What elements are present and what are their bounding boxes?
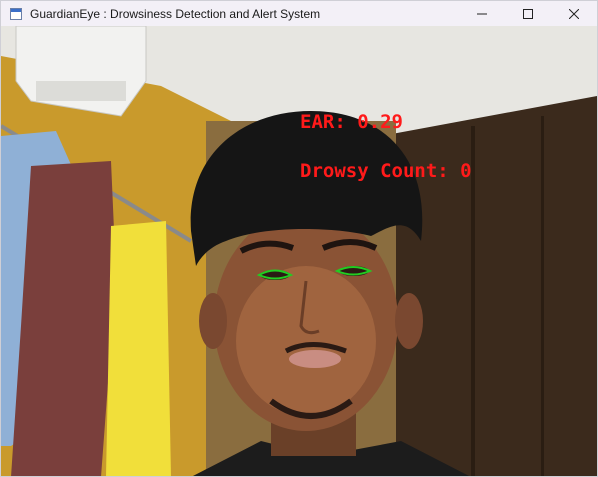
right-eye-contour (334, 266, 373, 276)
maximize-button[interactable] (505, 1, 551, 26)
drowsy-count-value: 0 (460, 160, 472, 182)
title-bar[interactable]: GuardianEye : Drowsiness Detection and A… (1, 1, 597, 26)
close-button[interactable] (551, 1, 597, 26)
minimize-button[interactable] (459, 1, 505, 26)
window-controls (459, 1, 597, 26)
webcam-feed: EAR: 0.29 Drowsy Count: 0 (1, 26, 597, 476)
app-window-icon (9, 7, 23, 21)
drowsy-count-label: Drowsy Count: (300, 160, 449, 182)
ear-readout: EAR: 0.29 (300, 111, 403, 133)
drowsy-count-readout: Drowsy Count: 0 (300, 160, 472, 182)
app-window: GuardianEye : Drowsiness Detection and A… (0, 0, 598, 477)
ear-label: EAR: (300, 111, 346, 133)
window-title: GuardianEye : Drowsiness Detection and A… (30, 6, 321, 21)
close-icon (569, 8, 579, 19)
left-eye-contour (256, 269, 294, 280)
ear-value: 0.29 (357, 111, 403, 133)
minimize-icon (477, 9, 487, 19)
maximize-icon (523, 8, 533, 19)
eye-contours (256, 266, 373, 280)
